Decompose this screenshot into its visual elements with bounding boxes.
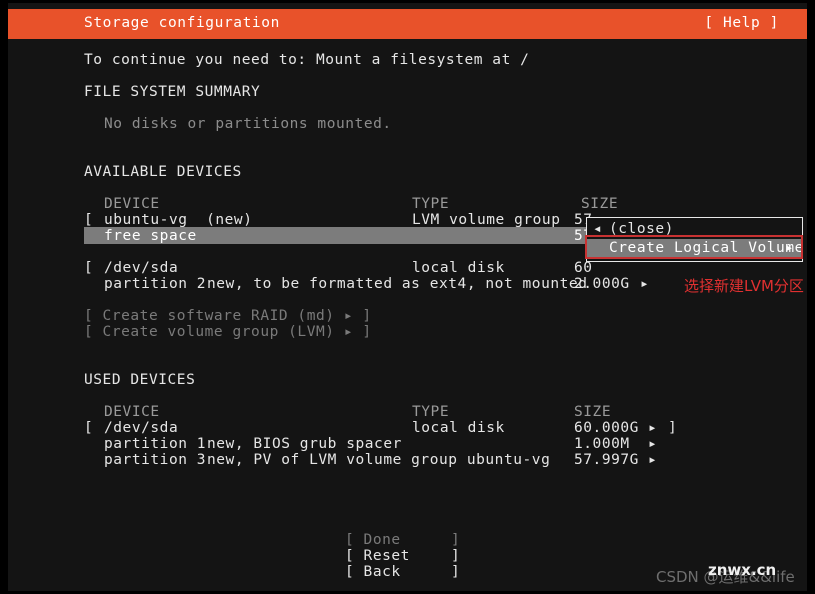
available-row-0-type: LVM volume group: [412, 212, 561, 228]
watermark-site: znwx.cn: [708, 561, 777, 579]
used-col-device: DEVICE: [104, 404, 160, 420]
reset-button-bracket: ]: [451, 548, 461, 564]
filesystem-summary-message: No disks or partitions mounted.: [104, 116, 392, 132]
used-row-1-size: 1.000M: [574, 436, 630, 452]
used-row-0-size: 60.000G: [574, 420, 639, 436]
available-row-0-device[interactable]: ubuntu-vg (new): [104, 212, 252, 228]
continue-notice: To continue you need to: Mount a filesys…: [84, 52, 530, 68]
available-row-1-device: free space: [104, 228, 197, 244]
used-row-0-bracket: [: [84, 420, 94, 436]
available-row-2-type: local disk: [412, 260, 505, 276]
available-row-3-device[interactable]: partition 2: [104, 276, 206, 292]
used-row-1-arrow-icon[interactable]: ▸: [648, 436, 657, 452]
done-button[interactable]: [ Done: [345, 532, 401, 548]
available-row-free-space[interactable]: free space 57: [84, 227, 598, 244]
available-row-2-device[interactable]: /dev/sda: [104, 260, 178, 276]
used-row-1-device[interactable]: partition 1: [104, 436, 206, 452]
used-row-2-arrow-icon[interactable]: ▸: [648, 452, 657, 468]
available-col-device: DEVICE: [104, 196, 160, 212]
available-col-size: SIZE: [581, 196, 619, 212]
create-software-raid-action[interactable]: [ Create software RAID (md) ▸ ]: [84, 308, 372, 324]
available-row-3-type: new, to be formatted as ext4, not mounte…: [207, 276, 588, 292]
used-row-0-arrow-icon[interactable]: ▸: [648, 420, 657, 436]
used-devices-heading: USED DEVICES: [84, 372, 196, 388]
terminal-body: Storage configuration [ Help ] To contin…: [8, 3, 807, 591]
back-button[interactable]: [ Back: [345, 564, 401, 580]
create-volume-group-action[interactable]: [ Create volume group (LVM) ▸ ]: [84, 324, 372, 340]
done-button-bracket: ]: [451, 532, 461, 548]
available-row-0-bracket: [: [84, 212, 94, 228]
back-button-bracket: ]: [451, 564, 461, 580]
terminal-screen: Storage configuration [ Help ] To contin…: [0, 0, 815, 594]
used-row-2-device[interactable]: partition 3: [104, 452, 206, 468]
used-row-0-type: local disk: [412, 420, 505, 436]
annotation-highlight-box: [585, 235, 803, 259]
available-row-2-bracket: [: [84, 260, 94, 276]
reset-button[interactable]: [ Reset: [345, 548, 410, 564]
annotation-text: 选择新建LVM分区: [684, 277, 804, 295]
used-row-2-size: 57.997G: [574, 452, 639, 468]
used-col-type: TYPE: [412, 404, 450, 420]
used-col-size: SIZE: [574, 404, 612, 420]
used-row-0-bracket-close: ]: [668, 420, 678, 436]
available-col-type: TYPE: [412, 196, 450, 212]
used-row-2-type: new, PV of LVM volume group ubuntu-vg: [207, 452, 551, 468]
used-row-0-device[interactable]: /dev/sda: [104, 420, 178, 436]
page-title: Storage configuration: [84, 15, 280, 31]
available-devices-heading: AVAILABLE DEVICES: [84, 164, 242, 180]
header-bar: Storage configuration [ Help ]: [8, 9, 807, 39]
used-row-1-type: new, BIOS grub spacer: [207, 436, 402, 452]
filesystem-summary-heading: FILE SYSTEM SUMMARY: [84, 84, 261, 100]
help-button[interactable]: [ Help ]: [704, 15, 779, 31]
